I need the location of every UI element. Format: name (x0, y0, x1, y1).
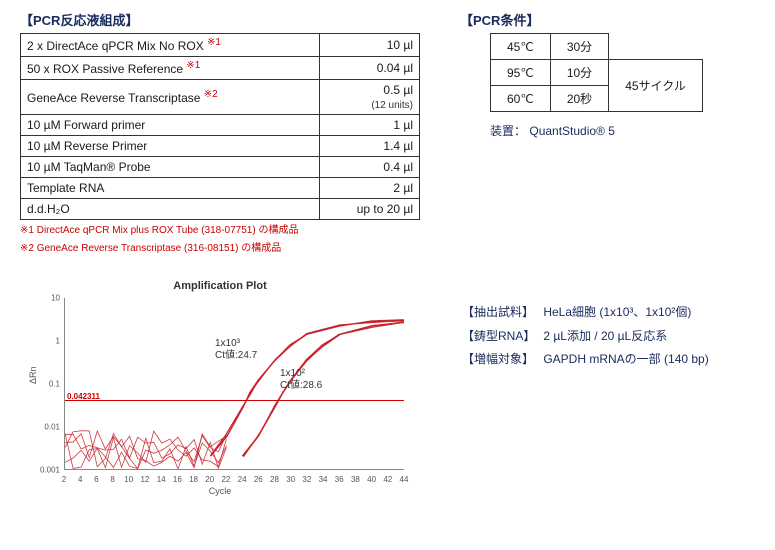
table-row: GeneAce Reverse Transcriptase ※20.5 µl(1… (21, 80, 420, 115)
table-row: 10 µM Forward primer1 µl (21, 115, 420, 136)
experiment-info: 【抽出試料】HeLa細胞 (1x10³、1x10²個) 【鋳型RNA】2 µL添… (460, 300, 711, 494)
annotation-1e3: 1x10³Ct値:24.7 (215, 338, 257, 362)
cond-time: 30分 (550, 34, 608, 60)
footnote-1: ※1 DirectAce qPCR Mix plus ROX Tube (318… (20, 224, 420, 238)
cond-temp: 95℃ (491, 60, 551, 86)
cond-cycles: 45サイクル (609, 60, 703, 112)
cond-time: 20秒 (550, 86, 608, 112)
cond-temp: 60℃ (491, 86, 551, 112)
cond-time: 10分 (550, 60, 608, 86)
threshold-label: 0.042311 (67, 392, 100, 401)
table-row: 50 x ROX Passive Reference ※10.04 µl (21, 57, 420, 80)
x-axis-label: Cycle (209, 486, 232, 496)
pcr-cond-table: 45℃ 30分 95℃ 10分 45サイクル 60℃ 20秒 (490, 33, 703, 112)
equipment: 装置： QuantStudio® 5 (490, 122, 740, 139)
mix-title: 【PCR反応液組成】 (20, 10, 420, 29)
footnote-2: ※2 GeneAce Reverse Transcriptase (316-08… (20, 242, 420, 256)
annotation-1e2: 1x10²Ct値:28.6 (280, 368, 322, 392)
table-row: 10 µM TaqMan® Probe0.4 µl (21, 157, 420, 178)
cond-temp: 45℃ (491, 34, 551, 60)
table-row: 10 µM Reverse Primer1.4 µl (21, 136, 420, 157)
cond-title: 【PCR条件】 (460, 10, 740, 29)
pcr-mix-table: 2 x DirectAce qPCR Mix No ROX ※110 µl50 … (20, 33, 420, 220)
chart-title: Amplification Plot (20, 280, 420, 292)
table-row: d.d.H₂Oup to 20 µl (21, 199, 420, 220)
table-row: 2 x DirectAce qPCR Mix No ROX ※110 µl (21, 34, 420, 57)
amplification-plot: Amplification Plot ΔRn Cycle 0.042311 1x… (20, 280, 420, 494)
table-row: Template RNA2 µl (21, 178, 420, 199)
